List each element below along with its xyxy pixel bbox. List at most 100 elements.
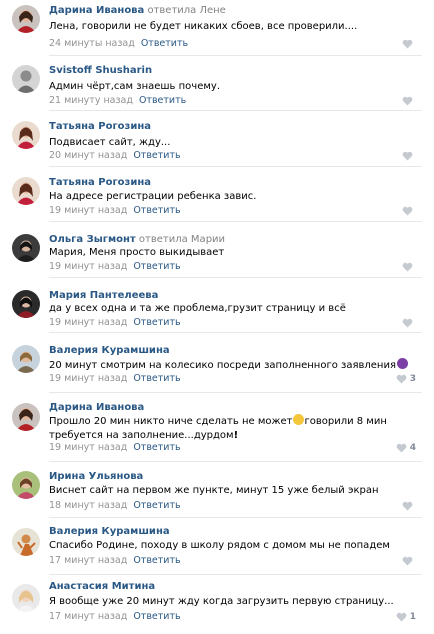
comment-text: Подвисает сайт, жду... (49, 137, 171, 148)
like-count: 3 (409, 374, 416, 384)
avatar[interactable] (12, 584, 40, 612)
comment-text-content: Прошло 20 мин никто ниче сделать не може… (49, 416, 293, 427)
comment-meta: 17 минут назад Ответить (49, 554, 181, 567)
avatar[interactable] (12, 471, 40, 499)
avatar[interactable] (12, 65, 40, 93)
avatar[interactable] (12, 403, 40, 431)
reply-button[interactable]: Ответить (133, 555, 180, 566)
comment-text: Лена, говорили не будет никаких сбоев, в… (49, 21, 358, 32)
author-link[interactable]: Валерия Курамшина (49, 526, 170, 537)
comment-item: Татьяна Рогозина Подвисает сайт, жду... … (0, 111, 434, 167)
heart-icon (396, 443, 407, 453)
like-button[interactable] (402, 262, 416, 272)
reply-button[interactable]: Ответить (133, 611, 180, 622)
heart-icon (402, 151, 413, 161)
comment-meta: 20 минут назад Ответить (49, 149, 181, 162)
comment-time[interactable]: 17 минут назад (49, 611, 127, 622)
avatar[interactable] (12, 5, 40, 33)
reply-button[interactable]: Ответить (133, 261, 180, 272)
like-button[interactable] (402, 556, 416, 566)
heart-icon (402, 318, 413, 328)
comment-text: Админ чёрт,сам знаешь почему. (49, 81, 220, 92)
comment-time[interactable]: 21 минуту назад (49, 95, 133, 106)
like-button[interactable] (402, 501, 416, 511)
author-link[interactable]: Дарина Иванова (49, 5, 144, 16)
comment-text: 20 минут смотрим на колесико посреди зап… (49, 358, 410, 373)
comment-text: да у всех одна и та же проблема,грузит с… (49, 303, 346, 314)
like-button[interactable]: 3 (396, 374, 416, 384)
heart-icon (402, 206, 413, 216)
comment-time[interactable]: 19 минут назад (49, 442, 127, 453)
comment-text-content: 20 минут смотрим на колесико посреди зап… (49, 360, 396, 371)
comment-item: Татьяна Рогозина На адресе регистрации р… (0, 167, 434, 222)
heart-icon (396, 374, 407, 384)
comment-meta: 24 минуты назад Ответить (49, 37, 188, 50)
comment-item: Svistoff Shusharin Админ чёрт,сам знаешь… (0, 56, 434, 111)
like-button[interactable]: 4 (396, 443, 416, 453)
reply-button[interactable]: Ответить (133, 317, 180, 328)
reply-button[interactable]: Ответить (141, 38, 188, 49)
comment-time[interactable]: 19 минут назад (49, 317, 127, 328)
comment-meta: 19 минут назад Ответить (49, 260, 181, 273)
comment-meta: 19 минут назад Ответить (49, 441, 181, 454)
author-link[interactable]: Татьяна Рогозина (49, 177, 151, 188)
comment-item: Дарина Иванова ответила Лене Лена, говор… (0, 0, 434, 56)
reply-button[interactable]: Ответить (133, 150, 180, 161)
devil-emoji-icon (396, 358, 408, 369)
comment-header: Валерия Курамшина (49, 344, 170, 358)
comment-time[interactable]: 19 минут назад (49, 261, 127, 272)
avatar[interactable] (12, 234, 40, 262)
comment-time[interactable]: 17 минут назад (49, 555, 127, 566)
author-link[interactable]: Мария Пантелеева (49, 290, 158, 301)
comment-time[interactable]: 20 минут назад (49, 150, 127, 161)
comment-header: Дарина Иванова ответила Лене (49, 4, 226, 18)
author-link[interactable]: Анастасия Митина (49, 581, 155, 592)
author-link[interactable]: Татьяна Рогозина (49, 121, 151, 132)
heart-icon (402, 262, 413, 272)
avatar[interactable] (12, 345, 40, 373)
heart-icon (402, 556, 413, 566)
exclamation-emoji-icon: ! (233, 430, 239, 441)
comment-item: Ольга Зыгмонт ответила Марии Мария, Меня… (0, 222, 434, 278)
comment-time[interactable]: 24 минуты назад (49, 38, 135, 49)
like-button[interactable] (402, 151, 416, 161)
like-button[interactable] (402, 206, 416, 216)
author-link[interactable]: Валерия Курамшина (49, 345, 170, 356)
heart-icon (402, 501, 413, 511)
comment-time[interactable]: 19 минут назад (49, 373, 127, 384)
comment-text: Виснет сайт на первом же пункте, минут 1… (49, 485, 379, 496)
comment-meta: 19 минут назад Ответить (49, 204, 181, 217)
reply-button[interactable]: Ответить (133, 205, 180, 216)
comment-header: Дарина Иванова (49, 401, 144, 415)
avatar[interactable] (12, 177, 40, 205)
comment-header: Анастасия Митина (49, 580, 155, 594)
reply-button[interactable]: Ответить (133, 373, 180, 384)
comment-item: Ирина Ульянова Виснет сайт на первом же … (0, 462, 434, 518)
reply-button[interactable]: Ответить (139, 95, 186, 106)
author-link[interactable]: Svistoff Shusharin (49, 65, 152, 76)
comment-time[interactable]: 18 минут назад (49, 500, 127, 511)
reply-button[interactable]: Ответить (133, 442, 180, 453)
reply-to-label[interactable]: ответила Марии (139, 234, 225, 245)
comment-item: Валерия Курамшина 20 минут смотрим на ко… (0, 333, 434, 393)
comment-text: Мария, Меня просто выкидывает (49, 247, 225, 258)
avatar[interactable] (12, 528, 40, 556)
avatar[interactable] (12, 121, 40, 149)
comment-header: Ирина Ульянова (49, 470, 143, 484)
comment-meta: 21 минуту назад Ответить (49, 94, 186, 107)
like-count: 4 (409, 443, 416, 453)
like-button[interactable]: 1 (396, 612, 416, 622)
comment-header: Валерия Курамшина (49, 525, 170, 539)
avatar[interactable] (12, 290, 40, 318)
comment-text: Спасибо Родине, походу в школу рядом с д… (49, 540, 390, 551)
comment-time[interactable]: 19 минут назад (49, 205, 127, 216)
author-link[interactable]: Дарина Иванова (49, 402, 144, 413)
author-link[interactable]: Ирина Ульянова (49, 471, 143, 482)
reply-to-label[interactable]: ответила Лене (147, 5, 225, 16)
like-button[interactable] (402, 318, 416, 328)
reply-button[interactable]: Ответить (133, 500, 180, 511)
author-link[interactable]: Ольга Зыгмонт (49, 234, 136, 245)
like-button[interactable] (402, 96, 416, 106)
like-button[interactable] (402, 39, 416, 49)
heart-icon (402, 39, 413, 49)
